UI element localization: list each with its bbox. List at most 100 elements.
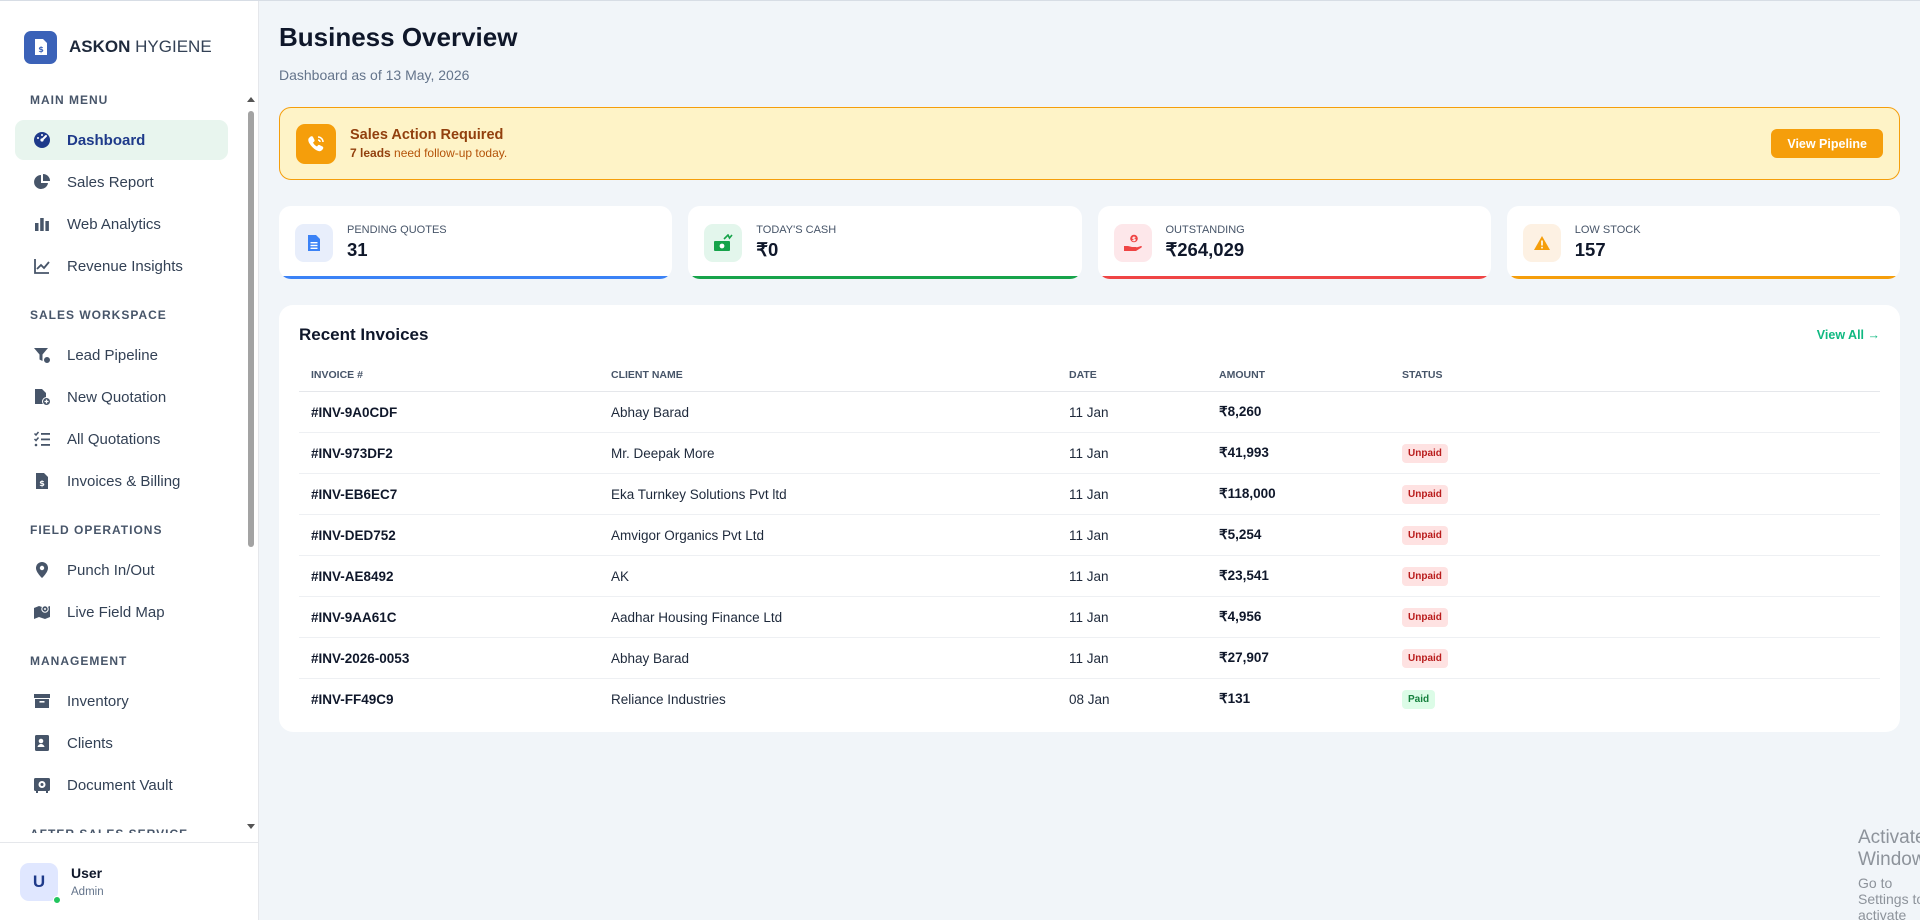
invoice-amount: ₹8,260 <box>1207 391 1390 433</box>
brand-logo-icon: $ <box>24 30 57 64</box>
sidebar-item-new-quotation[interactable]: New Quotation <box>15 377 228 417</box>
view-pipeline-button[interactable]: View Pipeline <box>1771 129 1883 158</box>
invoice-status: Paid <box>1390 679 1880 720</box>
invoice-id: #INV-DED752 <box>299 514 599 556</box>
sidebar-nav: MAIN MENU Dashboard Sales Report Web Analyt… <box>0 93 244 833</box>
invoice-amount: ₹27,907 <box>1207 637 1390 679</box>
brand[interactable]: $ ASKON HYGIENE <box>0 1 258 93</box>
invoice-status <box>1390 391 1880 433</box>
invoice-id: #INV-EB6EC7 <box>299 473 599 515</box>
table-row[interactable]: #INV-EB6EC7 Eka Turnkey Solutions Pvt lt… <box>299 473 1880 515</box>
view-all-link[interactable]: View All → <box>1817 328 1880 342</box>
invoice-status: Unpaid <box>1390 473 1880 515</box>
sidebar-item-web-analytics[interactable]: Web Analytics <box>15 204 228 244</box>
map-location-icon <box>32 602 52 622</box>
invoice-status: Unpaid <box>1390 637 1880 679</box>
sidebar-item-label: Inventory <box>67 692 129 710</box>
status-badge: Unpaid <box>1402 566 1448 586</box>
sidebar-item-sales-report[interactable]: Sales Report <box>15 162 228 202</box>
user-role: Admin <box>71 886 104 898</box>
list-check-icon <box>32 429 52 449</box>
column-header: DATE <box>1057 369 1207 392</box>
sidebar-item-all-quotations[interactable]: All Quotations <box>15 419 228 459</box>
alert-message: 7 leads need follow-up today. <box>350 146 508 160</box>
sidebar-item-revenue-insights[interactable]: Revenue Insights <box>15 246 228 286</box>
stat-value: 157 <box>1574 239 1606 260</box>
sidebar-item-document-vault[interactable]: Document Vault <box>15 765 228 805</box>
invoice-amount: ₹23,541 <box>1207 555 1390 597</box>
nav-group: SALES WORKSPACE Lead Pipeline New Quotatio… <box>0 308 244 501</box>
invoice-id: #INV-973DF2 <box>299 432 599 474</box>
sidebar-item-lead-pipeline[interactable]: Lead Pipeline <box>15 335 228 375</box>
sidebar-item-punch-in-out[interactable]: Punch In/Out <box>15 550 228 590</box>
status-badge: Unpaid <box>1402 443 1448 463</box>
invoice-status: Unpaid <box>1390 432 1880 474</box>
map-pin-icon <box>32 560 52 580</box>
invoice-date: 08 Jan <box>1069 691 1110 707</box>
funnel-icon <box>32 345 52 365</box>
stats-row: PENDING QUOTES 31 TODAY'S CASH ₹0 $ OUTS… <box>279 206 1900 279</box>
table-row[interactable]: #INV-FF49C9 Reliance Industries 08 Jan ₹… <box>299 679 1880 720</box>
nav-section-title: FIELD OPERATIONS <box>30 523 163 537</box>
sidebar-scrollbar[interactable] <box>246 93 256 833</box>
invoice-date: 11 Jan <box>1057 596 1207 638</box>
stat-card-today-s-cash[interactable]: TODAY'S CASH ₹0 <box>688 206 1082 279</box>
status-badge: Paid <box>1402 689 1436 709</box>
nav-section-title: AFTER SALES SERVICE <box>0 827 244 833</box>
sidebar-item-label: Dashboard <box>67 131 146 149</box>
sales-alert-banner: Sales Action Required 7 leads need follo… <box>279 107 1900 180</box>
invoice-date: 11 Jan <box>1057 432 1207 474</box>
page-subtitle: Dashboard as of 13 May, 2026 <box>279 67 470 83</box>
invoice-dollar-icon: $ <box>32 471 52 491</box>
column-header: CLIENT NAME <box>599 369 1057 392</box>
invoice-amount: ₹118,000 <box>1207 473 1390 515</box>
main-content: Business Overview Dashboard as of 13 May… <box>259 1 1920 920</box>
scroll-up-arrow-icon[interactable] <box>247 97 255 102</box>
avatar: U <box>20 862 61 904</box>
nav-group: AFTER SALES SERVICE <box>0 827 244 833</box>
pie-chart-icon <box>32 172 52 192</box>
brand-name: ASKON HYGIENE <box>69 37 212 56</box>
online-status-dot <box>53 895 61 904</box>
stat-card-outstanding[interactable]: $ OUTSTANDING ₹264,029 <box>1097 206 1491 279</box>
table-row[interactable]: #INV-AE8492 AK 11 Jan ₹23,541 Unpaid <box>299 555 1880 597</box>
invoice-id: #INV-2026-0053 <box>299 637 599 679</box>
sidebar-item-label: New Quotation <box>67 388 167 406</box>
svg-text:$: $ <box>39 479 45 488</box>
stat-card-pending-quotes[interactable]: PENDING QUOTES 31 <box>279 206 673 279</box>
sidebar-item-label: Clients <box>67 734 113 752</box>
nav-section-title: MAIN MENU <box>30 93 109 107</box>
client-name: Reliance Industries <box>611 691 726 707</box>
sidebar-item-label: Live Field Map <box>67 603 165 621</box>
card-title: Recent Invoices <box>299 325 429 344</box>
sidebar-item-inventory[interactable]: Inventory <box>15 681 228 721</box>
table-row[interactable]: #INV-9AA61C Aadhar Housing Finance Ltd 1… <box>299 596 1880 638</box>
table-row[interactable]: #INV-2026-0053 Abhay Barad 11 Jan ₹27,90… <box>299 637 1880 679</box>
table-row[interactable]: #INV-9A0CDF Abhay Barad 11 Jan ₹8,260 <box>299 391 1880 433</box>
invoice-date: 11 Jan <box>1057 555 1207 597</box>
svg-text:$: $ <box>38 45 44 54</box>
stat-label: TODAY'S CASH <box>756 224 837 236</box>
nav-group: MANAGEMENT Inventory Clients Document Vault <box>0 654 244 805</box>
invoice-id: #INV-AE8492 <box>299 555 599 597</box>
sidebar-item-invoices-billing[interactable]: $ Invoices & Billing <box>15 461 228 501</box>
sidebar-item-live-field-map[interactable]: Live Field Map <box>15 592 228 632</box>
scroll-thumb[interactable] <box>248 111 254 547</box>
stat-card-low-stock[interactable]: LOW STOCK 157 <box>1506 206 1900 279</box>
table-row[interactable]: #INV-973DF2 Mr. Deepak More 11 Jan ₹41,9… <box>299 432 1880 474</box>
column-header: STATUS <box>1390 369 1880 392</box>
bar-chart-icon <box>32 214 52 234</box>
invoice-date: 11 Jan <box>1057 391 1207 433</box>
client-name: Amvigor Organics Pvt Ltd <box>599 514 1057 556</box>
scroll-down-arrow-icon[interactable] <box>247 824 255 829</box>
sidebar-item-clients[interactable]: Clients <box>15 723 228 763</box>
sidebar-item-dashboard[interactable]: Dashboard <box>15 120 228 160</box>
file-plus-icon <box>32 387 52 407</box>
invoice-amount: ₹4,956 <box>1207 596 1390 638</box>
table-row[interactable]: #INV-DED752 Amvigor Organics Pvt Ltd 11 … <box>299 514 1880 556</box>
sidebar-item-label: Punch In/Out <box>67 561 155 579</box>
user-profile[interactable]: U User Admin <box>0 842 258 920</box>
client-name: Mr. Deepak More <box>599 432 1057 474</box>
sidebar-item-label: All Quotations <box>67 430 161 448</box>
archive-box-icon <box>32 691 52 711</box>
